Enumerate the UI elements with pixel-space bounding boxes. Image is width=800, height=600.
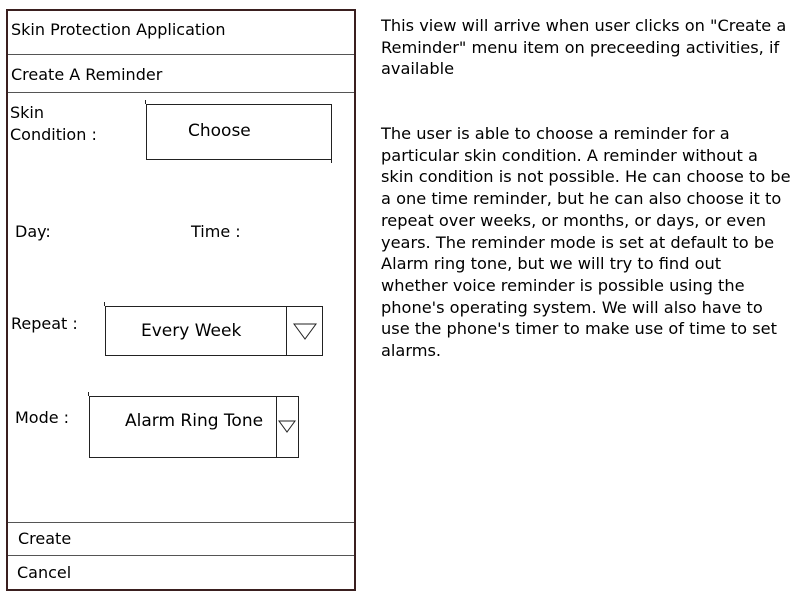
app-title: Skin Protection Application (11, 20, 226, 39)
skin-condition-label-line1: Skin (10, 103, 45, 122)
create-button[interactable]: Create (18, 528, 338, 552)
annotation-note-1: This view will arrive when user clicks o… (381, 15, 791, 80)
actions-middle-divider (8, 555, 354, 556)
sketch-mark (331, 159, 332, 163)
skin-condition-label-line2: Condition : (10, 125, 97, 144)
annotation-note-1-text: This view will arrive when user clicks o… (381, 16, 787, 79)
sketch-mark (88, 392, 89, 396)
choose-skin-condition-button[interactable]: Choose (146, 104, 332, 160)
actions-top-divider (8, 522, 354, 523)
chevron-down-icon[interactable] (277, 419, 297, 435)
screen-title: Create A Reminder (11, 65, 163, 84)
day-label: Day: (15, 222, 51, 241)
chevron-down-icon[interactable] (291, 322, 319, 342)
repeat-selected-value: Every Week (141, 321, 242, 341)
choose-button-label: Choose (188, 121, 251, 141)
mode-dropdown[interactable]: Alarm Ring Tone (89, 396, 299, 458)
phone-mockup: Skin Protection Application Create A Rem… (6, 9, 356, 591)
repeat-dropdown-divider (286, 307, 287, 355)
sketch-mark (145, 100, 146, 104)
mode-label: Mode : (15, 408, 70, 427)
repeat-label: Repeat : (11, 314, 78, 333)
annotation-note-2-text: The user is able to choose a reminder fo… (381, 124, 791, 361)
cancel-button[interactable]: Cancel (17, 562, 337, 586)
screen-title-divider (8, 92, 354, 93)
mode-selected-value: Alarm Ring Tone (125, 411, 264, 431)
repeat-dropdown[interactable]: Every Week (105, 306, 323, 356)
sketch-mark (104, 302, 105, 306)
time-label: Time : (191, 222, 241, 241)
annotation-note-2: The user is able to choose a reminder fo… (381, 123, 791, 362)
title-divider (8, 54, 354, 55)
